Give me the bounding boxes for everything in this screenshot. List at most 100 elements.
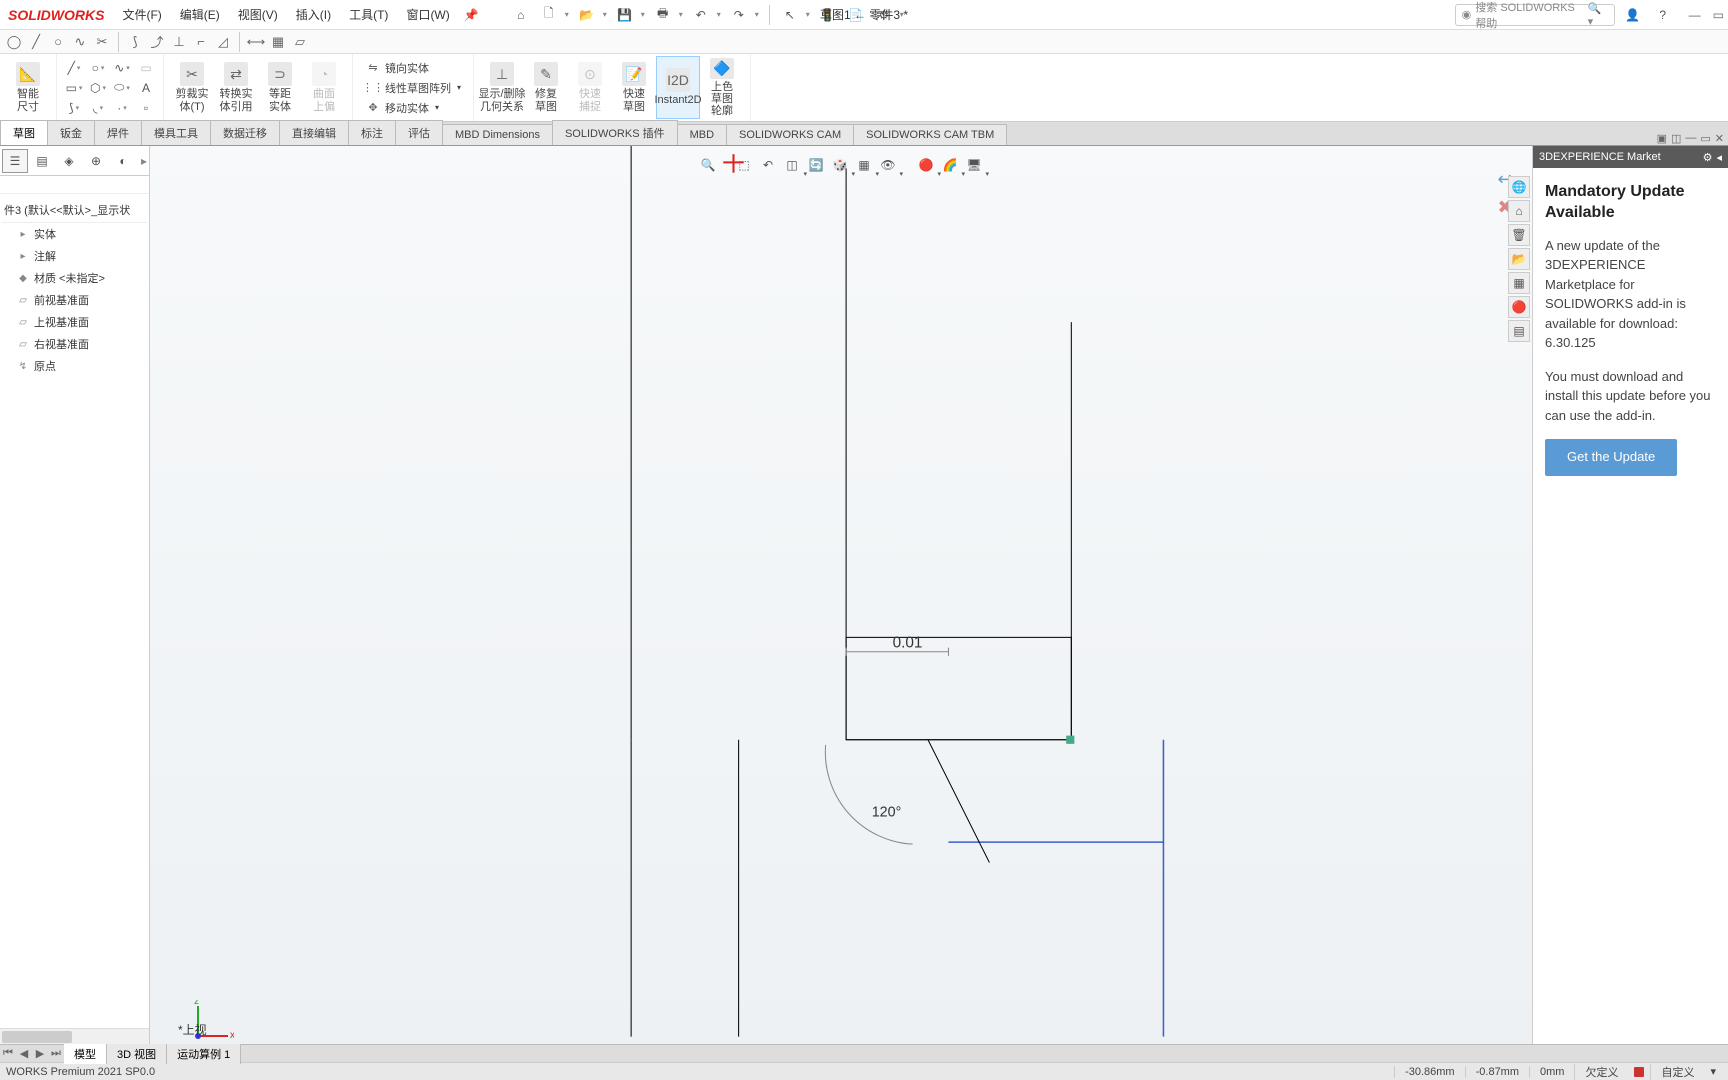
tab-next-icon[interactable]: ▶ xyxy=(32,1047,48,1060)
polygon-tool-icon[interactable]: ⬡ xyxy=(87,79,109,97)
tree-item-top-plane[interactable]: ▱上视基准面 xyxy=(2,311,147,333)
viewport-max-icon[interactable]: ▭ xyxy=(1700,132,1710,145)
panel-settings-icon[interactable]: ⚙ xyxy=(1703,151,1713,164)
tabs-overflow-icon[interactable]: ▸ xyxy=(141,154,147,168)
trim-icon[interactable]: ✂ xyxy=(92,32,112,52)
library-tab-icon[interactable]: 📂 xyxy=(1508,248,1530,270)
menu-window[interactable]: 窗口(W) xyxy=(398,2,457,27)
help-icon[interactable]: ? xyxy=(1651,3,1675,27)
tree-item-material[interactable]: ◆材质 <未指定> xyxy=(2,267,147,289)
text-tool-icon[interactable]: A xyxy=(135,79,157,97)
smart-dimension-button[interactable]: 📐 智能 尺寸 xyxy=(6,60,50,114)
viewport-min-icon[interactable]: — xyxy=(1685,132,1696,145)
tab-annotate[interactable]: 标注 xyxy=(348,120,396,145)
redo-icon[interactable]: ↷ xyxy=(727,3,751,27)
new-icon[interactable]: 🗋 xyxy=(537,3,561,27)
tab-prev-icon[interactable]: ◀ xyxy=(16,1047,32,1060)
tree-item-origin[interactable]: ↯原点 xyxy=(2,355,147,377)
point-tool-icon[interactable]: · xyxy=(111,99,133,117)
user-icon[interactable]: 👤 xyxy=(1621,3,1645,27)
spline-tool-icon[interactable]: ∿ xyxy=(111,59,133,77)
tree-root[interactable]: 件3 (默认<<默认>_显示状 xyxy=(2,198,147,223)
tab-evaluate[interactable]: 评估 xyxy=(395,120,443,145)
repair-sketch-button[interactable]: ✎修复 草图 xyxy=(524,56,568,119)
status-custom[interactable]: 自定义 xyxy=(1650,1064,1704,1080)
select-icon[interactable]: ↖ xyxy=(778,3,802,27)
menu-view[interactable]: 视图(V) xyxy=(230,2,286,27)
corner-icon[interactable]: ⌐ xyxy=(191,32,211,52)
line-tool-icon[interactable]: ╱ xyxy=(63,59,85,77)
tab-direct[interactable]: 直接编辑 xyxy=(279,120,349,145)
bottom-tab-motion[interactable]: 运动算例 1 xyxy=(167,1044,241,1064)
line-icon[interactable]: ╱ xyxy=(26,32,46,52)
restore-icon[interactable]: ▭ xyxy=(1713,8,1724,22)
tree-item-front-plane[interactable]: ▱前视基准面 xyxy=(2,289,147,311)
ellipse-tool-icon[interactable]: ⬭ xyxy=(111,79,133,97)
tab-sw-cam-tbm[interactable]: SOLIDWORKS CAM TBM xyxy=(853,124,1007,145)
horiz-dim-icon[interactable]: ⟷ xyxy=(246,32,266,52)
tab-last-icon[interactable]: ⏭ xyxy=(48,1047,64,1060)
convert-button[interactable]: ⇄转换实 体引用 xyxy=(214,56,258,119)
tab-mold[interactable]: 模具工具 xyxy=(141,120,211,145)
tab-sheetmetal[interactable]: 钣金 xyxy=(47,120,95,145)
circle-tool-icon[interactable]: ○ xyxy=(87,59,109,77)
show-relations-button[interactable]: ⊥显示/删除 几何关系 xyxy=(480,56,524,119)
home-tab-icon[interactable]: ⌂ xyxy=(1508,200,1530,222)
menu-insert[interactable]: 插入(I) xyxy=(288,2,339,27)
display-tab-icon[interactable]: ◐ xyxy=(110,149,136,173)
tab-data[interactable]: 数据迁移 xyxy=(210,120,280,145)
appearances-tab-icon[interactable]: 🔴 xyxy=(1508,296,1530,318)
tangent-icon[interactable]: ⤴ xyxy=(147,32,167,52)
angle-icon[interactable]: ◿ xyxy=(213,32,233,52)
spline-icon[interactable]: ∿ xyxy=(70,32,90,52)
tree-scrollbar[interactable] xyxy=(0,1028,149,1044)
viewport-single-icon[interactable]: ▣ xyxy=(1657,132,1667,145)
tab-weldment[interactable]: 焊件 xyxy=(94,120,142,145)
bottom-tab-3dview[interactable]: 3D 视图 xyxy=(107,1044,167,1064)
project-icon[interactable]: ▱ xyxy=(290,32,310,52)
bottom-tab-model[interactable]: 模型 xyxy=(64,1044,107,1064)
tab-sw-addin[interactable]: SOLIDWORKS 插件 xyxy=(552,120,678,145)
open-icon[interactable]: 📂 xyxy=(575,3,599,27)
save-icon[interactable]: 💾 xyxy=(613,3,637,27)
arc-tool-icon[interactable]: ⟆ xyxy=(63,99,85,117)
pin-icon[interactable]: 📌 xyxy=(464,8,479,22)
perp-icon[interactable]: ⊥ xyxy=(169,32,189,52)
dimxpert-tab-icon[interactable]: ⊕ xyxy=(83,149,109,173)
shaded-contour-button[interactable]: 🔷上色 草图 轮廓 xyxy=(700,56,744,119)
mirror-button[interactable]: ⇋镜向实体 xyxy=(361,58,465,77)
viewport-close-icon[interactable]: ✕ xyxy=(1715,132,1724,145)
grid-icon[interactable]: ▦ xyxy=(268,32,288,52)
home-icon[interactable]: ⌂ xyxy=(509,3,533,27)
get-update-button[interactable]: Get the Update xyxy=(1545,439,1677,476)
graphics-canvas[interactable]: 🔍 ⬚ ↶ ◫ 🔄 🎲 ▦ 👁 🔴 🌈 🖥 xyxy=(150,146,1532,1044)
view-palette-tab-icon[interactable]: ▦ xyxy=(1508,272,1530,294)
tab-first-icon[interactable]: ⏮ xyxy=(0,1047,16,1060)
menu-tools[interactable]: 工具(T) xyxy=(341,2,396,27)
ellipse-icon[interactable]: ◯ xyxy=(4,32,24,52)
search-input[interactable]: ◉ 搜索 SOLIDWORKS 帮助 🔍 ▾ xyxy=(1455,4,1615,26)
offset-button[interactable]: ⊃等距 实体 xyxy=(258,56,302,119)
tree-item-right-plane[interactable]: ▱右视基准面 xyxy=(2,333,147,355)
instant2d-button[interactable]: I2DInstant2D xyxy=(656,56,700,119)
feature-tree-tab-icon[interactable]: ☰ xyxy=(2,149,28,173)
tab-mbd[interactable]: MBD xyxy=(677,124,727,145)
minimize-icon[interactable]: — xyxy=(1689,8,1701,22)
tab-sw-cam[interactable]: SOLIDWORKS CAM xyxy=(726,124,854,145)
plane-tool-icon[interactable]: ▫ xyxy=(135,99,157,117)
print-icon[interactable]: 🖶 xyxy=(651,3,675,27)
move-button[interactable]: ✥移动实体▾ xyxy=(361,98,465,117)
rect-tool-icon[interactable]: ▭ xyxy=(63,79,85,97)
undo-icon[interactable]: ↶ xyxy=(689,3,713,27)
panel-pin-icon[interactable]: ◂ xyxy=(1716,151,1722,164)
custom-props-tab-icon[interactable]: ▤ xyxy=(1508,320,1530,342)
arc-icon[interactable]: ⟆ xyxy=(125,32,145,52)
resources-tab-icon[interactable]: 🗑 xyxy=(1508,224,1530,246)
menu-edit[interactable]: 编辑(E) xyxy=(172,2,228,27)
circle-icon[interactable]: ○ xyxy=(48,32,68,52)
config-tab-icon[interactable]: ◈ xyxy=(56,149,82,173)
viewport-split-icon[interactable]: ◫ xyxy=(1671,132,1681,145)
tab-sketch[interactable]: 草图 xyxy=(0,120,48,145)
linear-pattern-button[interactable]: ⋮⋮线性草图阵列▾ xyxy=(361,78,465,97)
tab-mbd-dim[interactable]: MBD Dimensions xyxy=(442,124,553,145)
